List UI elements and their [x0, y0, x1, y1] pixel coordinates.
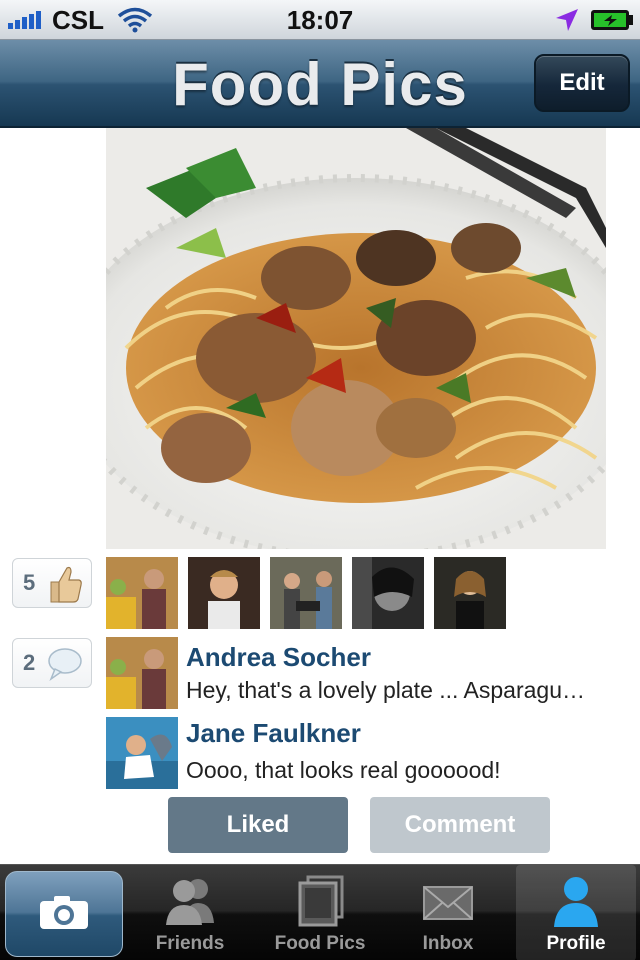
photos-icon: [260, 873, 380, 929]
envelope-icon: [388, 873, 508, 929]
liker-avatar[interactable]: [188, 557, 260, 629]
comment-text: Hey, that's a lovely plate ... Asparagu…: [186, 677, 586, 703]
likes-count: 5: [23, 570, 36, 595]
camera-button[interactable]: [5, 871, 123, 957]
speech-bubble-icon: [45, 647, 83, 687]
person-icon: [516, 873, 636, 929]
comments-counter[interactable]: 2: [12, 638, 92, 688]
commenter-name[interactable]: Andrea Socher: [186, 642, 371, 673]
pasta-dish-image: [106, 128, 606, 549]
camera-icon: [38, 893, 90, 936]
liker-avatar[interactable]: [270, 557, 342, 629]
status-bar: CSL 18:07: [0, 0, 640, 40]
tab-friends[interactable]: Friends: [130, 865, 250, 960]
edit-button[interactable]: Edit: [534, 54, 630, 112]
tab-label: Inbox: [422, 933, 474, 954]
commenter-avatar[interactable]: [106, 637, 178, 709]
tab-bar: Friends Food Pics Inbox Profile: [0, 864, 640, 960]
friends-icon: [130, 873, 250, 929]
commenter-name[interactable]: Jane Faulkner: [186, 718, 361, 749]
navigation-bar: Food Pics Edit: [0, 40, 640, 128]
likes-counter[interactable]: 5: [12, 558, 92, 608]
comment-text: Oooo, that looks real goooood!: [186, 757, 501, 783]
thumbs-up-icon: [47, 564, 83, 610]
comment-button[interactable]: Comment: [370, 797, 550, 853]
tab-profile[interactable]: Profile: [516, 865, 636, 960]
food-photo[interactable]: [106, 128, 606, 549]
tab-inbox[interactable]: Inbox: [388, 865, 508, 960]
liked-button[interactable]: Liked: [168, 797, 348, 853]
liker-avatar[interactable]: [352, 557, 424, 629]
tab-label: Friends: [155, 933, 225, 954]
comments-count: 2: [23, 650, 36, 675]
status-time: 18:07: [286, 5, 354, 35]
tab-food-pics[interactable]: Food Pics: [260, 865, 380, 960]
liker-avatar[interactable]: [434, 557, 506, 629]
battery-icon: [590, 9, 634, 36]
commenter-avatar[interactable]: [106, 717, 178, 789]
tab-label: Profile: [546, 933, 606, 954]
tab-label: Food Pics: [274, 933, 366, 954]
location-arrow-icon: [554, 7, 580, 38]
liker-avatar[interactable]: [106, 557, 178, 629]
